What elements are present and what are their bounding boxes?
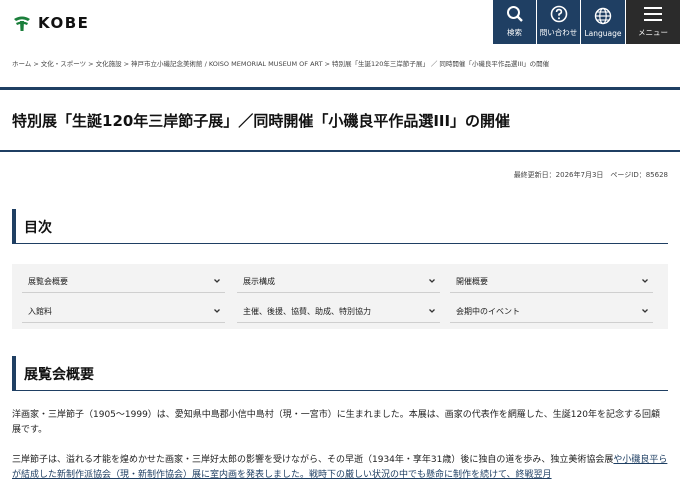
toc-item-summary[interactable]: 開催概要 bbox=[450, 271, 653, 293]
breadcrumb-exhibition[interactable]: 特別展「生誕120年三岸節子展」 bbox=[332, 60, 429, 68]
hamburger-icon bbox=[644, 7, 662, 21]
menu-button[interactable]: メニュー bbox=[626, 0, 680, 44]
language-label: Language bbox=[584, 29, 622, 38]
overview-heading-label: 展覧会概要 bbox=[24, 367, 94, 383]
menu-label: メニュー bbox=[638, 28, 668, 37]
chevron-down-icon bbox=[214, 309, 220, 313]
breadcrumb-culture-sports[interactable]: 文化・スポーツ bbox=[41, 60, 86, 68]
chevron-down-icon bbox=[642, 279, 648, 283]
language-button[interactable]: Language bbox=[581, 0, 625, 44]
breadcrumb-cultural-facilities[interactable]: 文化施設 bbox=[96, 60, 122, 68]
toc-heading-label: 目次 bbox=[24, 220, 52, 236]
title-band: 特別展「生誕120年三岸節子展」／同時開催「小磯良平作品選III」の開催 bbox=[0, 87, 680, 152]
page-title: 特別展「生誕120年三岸節子展」／同時開催「小磯良平作品選III」の開催 bbox=[12, 112, 511, 130]
toc-item-events[interactable]: 会期中のイベント bbox=[450, 301, 653, 323]
chevron-down-icon bbox=[642, 309, 648, 313]
chevron-down-icon bbox=[429, 309, 435, 313]
overview-paragraph-1: 洋画家・三岸節子（1905〜1999）は、愛知県中島郡小信中島村（現・一宮市）に… bbox=[12, 410, 660, 435]
overview-paragraph-2: 三岸節子は、溢れる才能を煌めかせた画家・三岸好太郎の影響を受けながら、その早逝（… bbox=[12, 455, 668, 480]
breadcrumb-home[interactable]: ホーム bbox=[12, 60, 31, 68]
toc-item-admission[interactable]: 入館料 bbox=[22, 301, 225, 323]
toc-item-organizers[interactable]: 主催、後援、協賛、助成、特別協力 bbox=[237, 301, 440, 323]
toc-item-overview[interactable]: 展覧会概要 bbox=[22, 271, 225, 293]
header-nav: 検索 問い合わせ Language メニュー bbox=[492, 0, 680, 44]
table-of-contents: 展覧会概要 展示構成 開催概要 入館料 主催、後援、協賛、助成、特別協力 会期中… bbox=[12, 264, 668, 329]
overview-heading: 展覧会概要 bbox=[12, 356, 668, 391]
contact-button[interactable]: 問い合わせ bbox=[537, 0, 580, 44]
chevron-down-icon bbox=[214, 279, 220, 283]
question-icon bbox=[550, 5, 567, 23]
toc-heading: 目次 bbox=[12, 209, 668, 244]
breadcrumb-current: 同時開催「小磯良平作品選III」の開催 bbox=[439, 60, 550, 68]
kobe-logo[interactable]: KOBE bbox=[12, 12, 89, 34]
search-button[interactable]: 検索 bbox=[493, 0, 536, 44]
site-header: KOBE 検索 問い合わせ Language メニュー bbox=[0, 0, 680, 44]
globe-icon bbox=[594, 7, 612, 25]
logo-text: KOBE bbox=[38, 14, 90, 32]
last-updated: 最終更新日：2026年7月3日 ページID：85628 bbox=[513, 171, 668, 179]
toc-item-composition[interactable]: 展示構成 bbox=[237, 271, 440, 293]
kobe-logo-icon bbox=[14, 16, 30, 31]
contact-label: 問い合わせ bbox=[539, 28, 578, 37]
breadcrumb: ホーム > 文化・スポーツ > 文化施設 > 神戸市立小磯記念美術館 / KOISO MEM… bbox=[12, 60, 550, 68]
breadcrumb-museum[interactable]: 神戸市立小磯記念美術館 / KOISO MEMORIAL MUSEUM OF A… bbox=[131, 60, 323, 68]
chevron-down-icon bbox=[429, 279, 435, 283]
search-label: 検索 bbox=[507, 28, 522, 37]
search-icon bbox=[506, 6, 523, 22]
